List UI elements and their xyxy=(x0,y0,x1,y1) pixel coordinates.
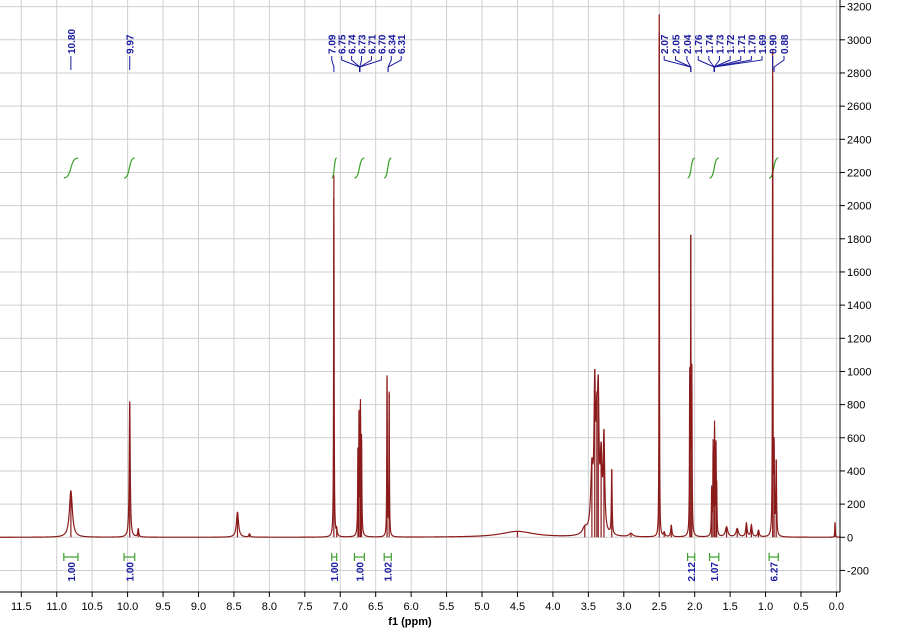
x-tick-label: 7.5 xyxy=(297,601,312,613)
nmr-spectrum-chart: 1.00 1.00 1.00 1.00 1.02 2.12 1.07 6.27 10.80 9.… xyxy=(0,0,871,628)
y-tick-label: 3200 xyxy=(847,2,871,14)
integral-label: 6.27 xyxy=(769,562,780,582)
y-tick-label: 0 xyxy=(847,532,853,544)
x-tick-label: 10.0 xyxy=(117,601,138,613)
integral-curve xyxy=(687,157,695,179)
peak-label-connector xyxy=(331,56,335,72)
y-tick-label: 1400 xyxy=(847,300,871,312)
integral-label: 1.00 xyxy=(330,562,341,582)
x-tick-label: 8.0 xyxy=(262,601,277,613)
y-tick-label: 1000 xyxy=(847,366,871,378)
y-tick-label: 200 xyxy=(847,499,865,511)
x-tick-label: 3.5 xyxy=(581,601,596,613)
y-tick-label: 3000 xyxy=(847,35,871,47)
peak-label: 1.70 xyxy=(747,34,758,54)
peak-label-connector xyxy=(686,56,692,72)
integral-label: 1.00 xyxy=(126,562,137,582)
x-tick-label: 7.0 xyxy=(333,601,348,613)
peak-label: 1.76 xyxy=(694,34,705,54)
x-tick-label: 0.0 xyxy=(829,601,844,613)
integral-label: 1.02 xyxy=(384,562,395,582)
peak-label-connector xyxy=(359,56,382,72)
y-tick-label: 2800 xyxy=(847,68,871,80)
peak-label: 10.80 xyxy=(67,29,78,54)
integral-curve xyxy=(383,157,392,179)
x-tick-label: 2.0 xyxy=(687,601,702,613)
y-tick-label: 1600 xyxy=(847,267,871,279)
x-tick-label: 3.0 xyxy=(616,601,631,613)
integral-curve xyxy=(63,157,79,179)
peak-label-connector xyxy=(708,56,715,72)
y-tick-label: -200 xyxy=(847,565,869,577)
x-tick-label: 2.5 xyxy=(652,601,667,613)
peak-label: 0.88 xyxy=(780,34,791,54)
x-tick-label: 11.0 xyxy=(46,601,67,613)
x-tick-label: 10.5 xyxy=(81,601,102,613)
x-tick-label: 1.5 xyxy=(722,601,737,613)
x-tick-label: 11.5 xyxy=(11,601,32,613)
peak-label: 1.69 xyxy=(758,34,769,54)
x-tick-label: 5.5 xyxy=(439,601,454,613)
integral-label: 2.12 xyxy=(687,562,698,582)
x-tick-label: 0.5 xyxy=(793,601,808,613)
peak-label: 1.73 xyxy=(715,34,726,54)
x-tick-label: 9.0 xyxy=(191,601,206,613)
peak-label: 0.90 xyxy=(769,34,780,54)
y-tick-label: 2000 xyxy=(847,201,871,213)
peak-label-connector xyxy=(387,56,402,72)
y-tick-label: 2600 xyxy=(847,101,871,113)
integral-curve xyxy=(709,157,720,179)
x-tick-label: 6.5 xyxy=(368,601,383,613)
peak-label: 2.04 xyxy=(683,34,694,54)
y-tick-label: 2400 xyxy=(847,134,871,146)
x-tick-label: 5.0 xyxy=(474,601,489,613)
y-tick-label: 1200 xyxy=(847,333,871,345)
x-tick-label: 9.5 xyxy=(155,601,170,613)
integral-label: 1.00 xyxy=(355,562,366,582)
peak-label: 1.74 xyxy=(705,34,716,54)
y-tick-label: 2200 xyxy=(847,167,871,179)
peak-label-connector xyxy=(713,56,720,72)
x-tick-label: 1.0 xyxy=(758,601,773,613)
x-axis-title: f1 (ppm) xyxy=(388,616,432,628)
y-tick-label: 1800 xyxy=(847,234,871,246)
x-tick-label: 8.5 xyxy=(226,601,241,613)
spectrum-layer xyxy=(0,14,840,538)
peak-label: 1.71 xyxy=(737,34,748,54)
peak-label: 9.97 xyxy=(126,34,137,54)
integral-curve xyxy=(354,157,365,179)
spectrum-line xyxy=(0,32,840,538)
peak-label-connector xyxy=(773,56,785,72)
x-tick-label: 6.0 xyxy=(403,601,418,613)
integral-curve xyxy=(768,157,779,179)
integral-curve xyxy=(123,157,135,179)
integral-label: 1.07 xyxy=(710,562,721,582)
peak-label: 6.31 xyxy=(397,34,408,54)
y-tick-label: 800 xyxy=(847,400,865,412)
x-tick-label: 4.5 xyxy=(510,601,525,613)
peak-label: 2.07 xyxy=(660,34,671,54)
y-tick-label: 400 xyxy=(847,466,865,478)
integral-label: 1.00 xyxy=(67,562,78,582)
y-tick-label: 600 xyxy=(847,433,865,445)
peak-label-connector xyxy=(341,56,361,72)
peak-label: 1.72 xyxy=(726,34,737,54)
x-tick-label: 4.0 xyxy=(545,601,560,613)
integral-layer: 1.00 1.00 1.00 1.00 1.02 2.12 1.07 6.27 xyxy=(63,157,780,582)
integral-curve xyxy=(331,157,338,179)
peak-label-layer: 10.80 9.97 7.096.756.746.736.716.706.346.3… xyxy=(67,29,791,72)
peak-label: 2.05 xyxy=(672,34,683,54)
